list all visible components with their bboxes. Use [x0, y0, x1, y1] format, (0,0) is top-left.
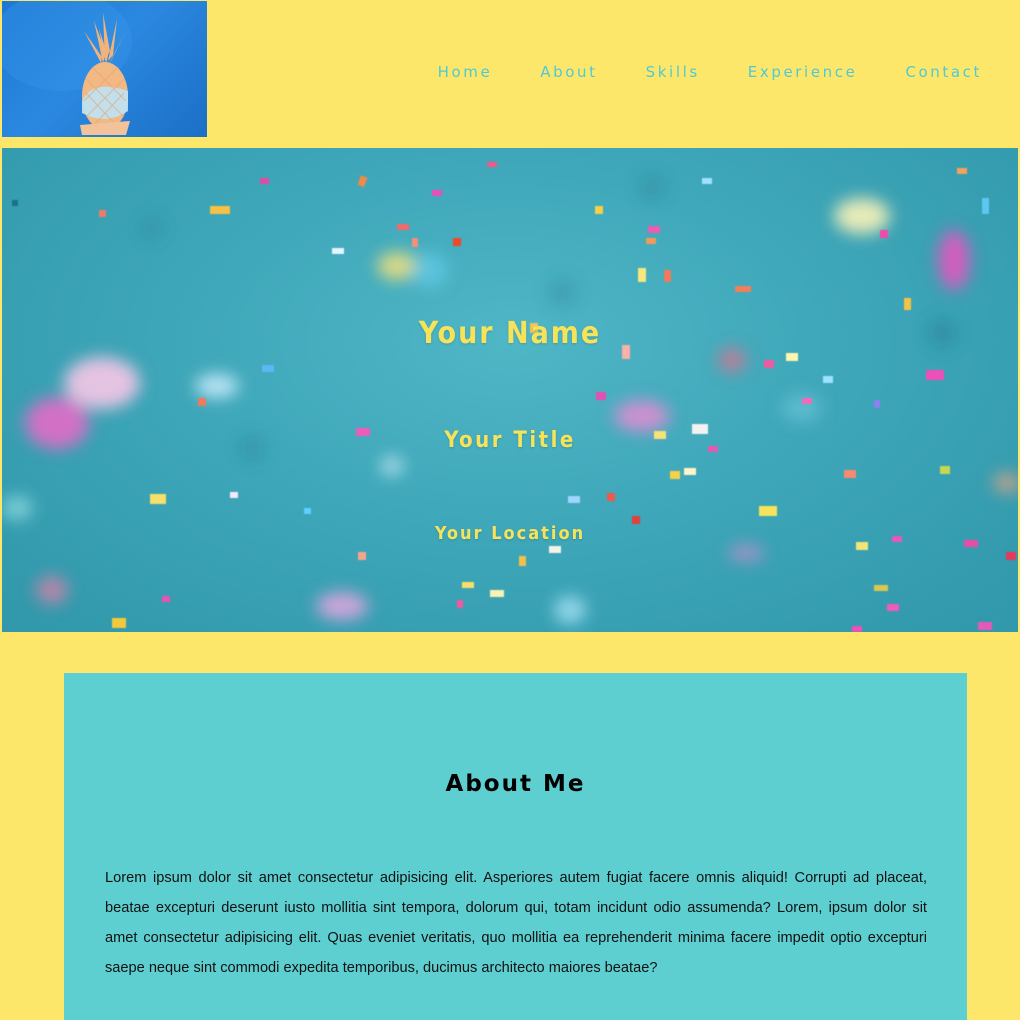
hero-location: Your Location — [434, 523, 586, 544]
nav-about-link[interactable]: About — [540, 63, 597, 81]
nav-contact-link[interactable]: Contact — [905, 63, 982, 81]
about-body-text: Lorem ipsum dolor sit amet consectetur a… — [105, 870, 927, 976]
nav-skills-link[interactable]: Skills — [646, 63, 700, 81]
main-nav: Home About Skills Experience Contact — [438, 63, 982, 81]
site-header: Home About Skills Experience Contact — [2, 1, 1018, 141]
hero-name: Your Name — [418, 316, 602, 351]
pineapple-icon — [2, 1, 132, 135]
hero-banner: Your Name Your Title Your Location — [2, 148, 1018, 632]
nav-experience-link[interactable]: Experience — [748, 63, 858, 81]
about-heading: About Me — [445, 771, 586, 797]
logo-image[interactable] — [2, 1, 207, 137]
hero-title: Your Title — [444, 428, 576, 453]
nav-home-link[interactable]: Home — [438, 63, 493, 81]
confetti-background-image — [2, 162, 1018, 632]
about-section: About Me Lorem ipsum dolor sit amet cons… — [64, 673, 967, 1020]
